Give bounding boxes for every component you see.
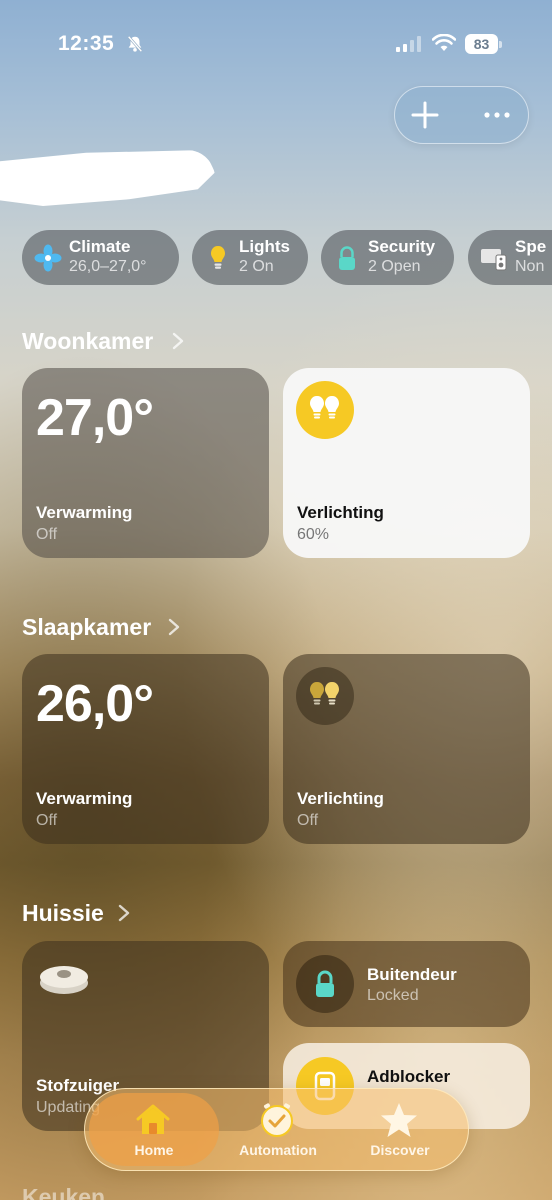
wifi-icon bbox=[432, 34, 456, 51]
status-bar: 12:35 83 bbox=[0, 30, 552, 60]
tile-status: Off bbox=[36, 812, 58, 829]
temperature-value: 26,0° bbox=[36, 675, 154, 733]
chevron-right-icon[interactable] bbox=[168, 618, 180, 636]
section-title-huissie[interactable]: Huissie bbox=[22, 900, 104, 927]
redacted-home-title bbox=[0, 150, 215, 206]
speaker-icon bbox=[481, 249, 507, 271]
more-options-button[interactable] bbox=[475, 95, 519, 135]
tab-home[interactable]: Home bbox=[89, 1093, 219, 1166]
lightbulb-icon bbox=[211, 246, 225, 269]
tile-slaapkamer-verwarming[interactable]: 26,0° Verwarming Off bbox=[22, 654, 269, 844]
tile-name: Verlichting bbox=[297, 789, 384, 808]
chevron-right-icon[interactable] bbox=[118, 904, 130, 922]
chip-lights[interactable]: Lights 2 On bbox=[192, 230, 308, 285]
tile-buitendeur[interactable]: Buitendeur Locked bbox=[283, 941, 530, 1027]
tile-name: Verwarming bbox=[36, 789, 133, 808]
section-title-keuken[interactable]: Keuken bbox=[22, 1184, 105, 1200]
chip-speakers-title: Spe bbox=[515, 237, 547, 256]
fan-icon bbox=[34, 244, 62, 272]
tab-bar: Home Automation Discover bbox=[84, 1088, 469, 1171]
tile-name: Verlichting bbox=[297, 503, 384, 522]
chip-security-title: Security bbox=[368, 237, 436, 256]
house-icon bbox=[136, 1104, 170, 1134]
chip-lights-subtitle: 2 On bbox=[239, 258, 274, 275]
chip-climate[interactable]: Climate 26,0–27,0° bbox=[22, 230, 179, 285]
chip-climate-subtitle: 26,0–27,0° bbox=[69, 258, 147, 275]
tile-name: Adblocker bbox=[367, 1067, 451, 1086]
chip-security-subtitle: 2 Open bbox=[368, 258, 421, 275]
tile-slaapkamer-verlichting[interactable]: Verlichting Off bbox=[283, 654, 530, 844]
lock-icon bbox=[339, 246, 355, 270]
star-icon bbox=[381, 1103, 417, 1137]
temperature-value: 27,0° bbox=[36, 389, 154, 447]
chip-climate-title: Climate bbox=[69, 237, 131, 256]
cellular-signal-icon bbox=[396, 36, 421, 52]
tile-woonkamer-verlichting[interactable]: Verlichting 60% bbox=[283, 368, 530, 558]
tile-status: Off bbox=[36, 526, 58, 543]
tab-discover[interactable]: Discover bbox=[335, 1093, 465, 1166]
tile-status: Locked bbox=[367, 987, 419, 1004]
robot-vacuum-icon bbox=[40, 966, 88, 994]
status-time: 12:35 bbox=[58, 32, 115, 55]
top-actions bbox=[394, 86, 529, 144]
bell-slash-icon bbox=[127, 35, 143, 53]
tile-woonkamer-verwarming[interactable]: 27,0° Verwarming Off bbox=[22, 368, 269, 558]
tab-automation[interactable]: Automation bbox=[213, 1093, 343, 1166]
chevron-right-icon[interactable] bbox=[172, 332, 184, 350]
chip-security[interactable]: Security 2 Open bbox=[321, 230, 454, 285]
chip-speakers-subtitle: Non bbox=[515, 258, 545, 275]
section-title-woonkamer[interactable]: Woonkamer bbox=[22, 328, 153, 355]
tile-name: Verwarming bbox=[36, 503, 133, 522]
chip-speakers[interactable]: Spe Non bbox=[468, 230, 552, 285]
battery-icon: 83 bbox=[465, 34, 502, 54]
lock-icon[interactable] bbox=[296, 955, 354, 1013]
lightbulbs-icon[interactable] bbox=[296, 381, 354, 439]
tab-discover-label: Discover bbox=[370, 1142, 430, 1158]
tile-status: 60% bbox=[297, 526, 330, 543]
chip-lights-title: Lights bbox=[239, 237, 290, 256]
tab-automation-label: Automation bbox=[239, 1142, 317, 1158]
clock-check-icon bbox=[261, 1103, 293, 1137]
tile-status: Off bbox=[297, 812, 319, 829]
add-button[interactable] bbox=[403, 95, 447, 135]
tile-name: Buitendeur bbox=[367, 965, 457, 984]
category-chips: Climate 26,0–27,0° Lights 2 On Security … bbox=[22, 230, 552, 286]
tab-home-label: Home bbox=[134, 1142, 174, 1158]
section-title-slaapkamer[interactable]: Slaapkamer bbox=[22, 614, 151, 641]
lightbulbs-icon[interactable] bbox=[296, 667, 354, 725]
battery-level: 83 bbox=[465, 34, 498, 54]
